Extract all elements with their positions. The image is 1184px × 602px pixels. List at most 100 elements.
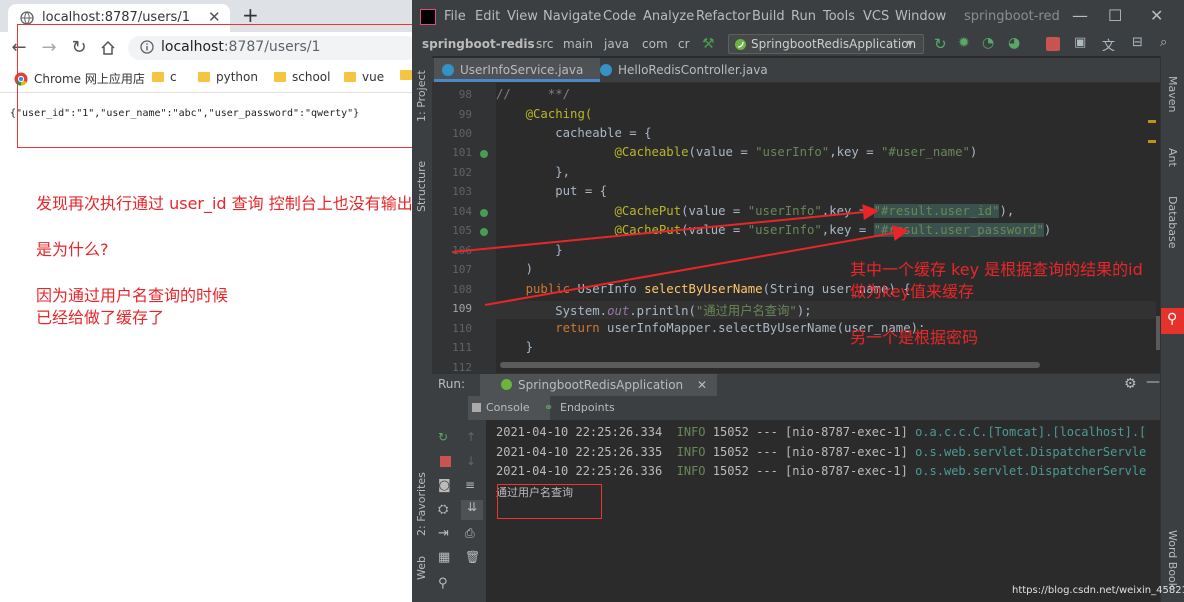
cache-gutter-icon[interactable] [480,209,488,217]
code-text: ,key = [821,204,874,218]
tab-endpoints[interactable]: ⚭ Endpoints [542,396,640,420]
menu-file[interactable]: File [444,9,466,24]
web-tool-button[interactable]: Web [415,548,428,580]
line-number: 102 [452,166,472,179]
cache-gutter-icon[interactable] [480,228,488,236]
stop-icon[interactable] [1046,37,1060,51]
breadcrumb-main[interactable]: main [563,37,593,51]
cache-gutter-icon[interactable] [480,150,488,158]
code-text: UserInfo [570,282,645,296]
hide-icon[interactable]: — [1146,374,1160,390]
code-line: }, [496,165,571,179]
code-keyword: return [555,321,600,335]
pin-icon[interactable]: ⚲ [438,576,452,591]
code-line: } [496,243,563,257]
terminal-icon[interactable]: ⊟ [1132,35,1143,50]
code-field: out [607,304,630,318]
menu-edit[interactable]: Edit [475,9,500,24]
breadcrumb-src[interactable]: src [536,37,554,51]
ant-tool-button[interactable]: Ant [1166,148,1179,167]
minimize-icon[interactable]: — [1072,6,1088,25]
wordbook-tool-button[interactable]: Word Book [1166,530,1179,589]
rerun-icon[interactable]: ↻ [438,430,452,444]
console-tabs: Console ⚭ Endpoints [432,396,1160,421]
log-timestamp: 2021-04-10 22:25:26.336 [496,464,663,478]
close-window-icon[interactable]: ✕ [1150,6,1163,25]
project-tool-button[interactable]: 1: Project [415,62,428,122]
search-icon[interactable]: ⌕ [1160,35,1167,50]
run-config-select[interactable]: SpringbootRedisApplication ▾ [728,34,924,54]
close-icon[interactable]: ✕ [697,378,707,392]
menu-tools[interactable]: Tools [823,9,855,24]
rerun-icon[interactable]: ↻ [934,35,947,53]
annotation-note-3a: 因为通过用户名查询的时候 [36,286,229,305]
settings-icon[interactable]: ⛭ [438,502,452,517]
ide-toolbar: springboot-redis src main java com cr ⚒ … [412,34,1184,57]
tab-console[interactable]: Console [468,396,550,420]
log-level: INFO [676,425,706,439]
horizontal-scrollbar[interactable] [500,362,1040,368]
database-tool-button[interactable]: Database [1166,196,1179,249]
log-timestamp: 2021-04-10 22:25:26.334 [496,425,663,439]
tab-userinfoservice[interactable]: UserInfoService.java [434,58,600,82]
vertical-scrollbar[interactable] [1156,316,1160,350]
scroll-to-end-icon[interactable]: ⇊ [461,500,483,520]
breadcrumb-com[interactable]: com [642,37,668,51]
up-arrow-icon[interactable]: ↑ [466,430,480,444]
menu-navigate[interactable]: Navigate [543,9,601,24]
hammer-icon[interactable]: ⚒ [702,36,715,52]
down-arrow-icon[interactable]: ↓ [466,454,480,468]
structure-tool-button[interactable]: Structure [415,142,428,212]
code-string: "userInfo" [755,145,830,159]
code-line: cacheable = { [496,126,652,140]
run-tab[interactable]: SpringbootRedisApplication ✕ [480,374,718,396]
menu-run[interactable]: Run [791,9,816,24]
breadcrumb-cr[interactable]: cr [678,37,690,51]
code-string: "#result.user_id" [873,204,1000,218]
code-text: (value = [688,145,756,159]
code-string: "userInfo" [747,204,822,218]
menu-bar: File Edit View Navigate Code Analyze Ref… [412,0,1184,34]
menu-view[interactable]: View [507,9,538,24]
window-title: springboot-red [964,9,1060,24]
line-number: 99 [458,108,472,121]
favorites-tool-button[interactable]: 2: Favorites [415,456,428,536]
menu-refactor[interactable]: Refactor [696,9,751,24]
code-string: "#user_name" [881,145,970,159]
coverage-icon[interactable]: ◔ [982,35,994,51]
layout-icon[interactable]: ▦ [438,550,452,565]
class-icon [600,64,612,76]
menu-code[interactable]: Code [603,9,636,24]
tab-helloredis[interactable]: HelloRedisController.java [592,58,788,82]
tab-label: Endpoints [560,401,615,414]
maven-tool-button[interactable]: Maven [1166,76,1179,112]
project-structure-icon[interactable]: ▣ [1074,35,1086,50]
profile-icon[interactable]: ◕ [1008,35,1020,51]
menu-window[interactable]: Window [895,9,946,24]
line-number: 107 [452,263,472,276]
menu-build[interactable]: Build [752,9,785,24]
camera-icon[interactable]: ◙ [438,478,452,493]
exit-icon[interactable]: ⇥ [438,526,452,541]
maximize-icon[interactable]: ☐ [1108,6,1122,25]
gear-icon[interactable]: ⚙ [1124,376,1137,392]
debug-icon[interactable]: ✹ [958,35,970,51]
run-config-label: SpringbootRedisApplication [751,37,917,51]
menu-vcs[interactable]: VCS [863,9,889,24]
code-text: System. [555,304,608,318]
search-badge-icon[interactable]: ⚲ [1161,308,1184,334]
translate-icon[interactable]: 文 [1102,35,1115,54]
stop-icon[interactable] [440,456,451,467]
trash-icon[interactable]: 🗑 [465,550,480,564]
print-icon[interactable]: ⎙ [465,526,479,540]
code-editor[interactable]: // **/ @Caching( cacheable = { @Cacheabl… [496,83,1156,373]
error-stripe-marker [1148,120,1156,123]
code-text: ) [969,145,978,159]
menu-analyze[interactable]: Analyze [643,9,694,24]
breadcrumb-project[interactable]: springboot-redis [422,37,535,51]
breadcrumb-java[interactable]: java [604,37,629,51]
code-string: "通过用户名查询" [695,304,797,318]
code-keyword: public [525,282,571,296]
run-label: Run: [438,377,466,391]
soft-wrap-icon[interactable]: ≡ [465,478,479,492]
